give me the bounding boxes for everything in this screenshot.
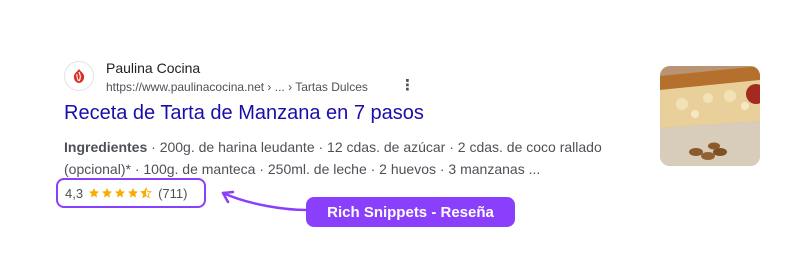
star-full-icon — [115, 188, 126, 198]
more-options-icon[interactable]: ⋮ — [400, 78, 415, 96]
result-thumbnail-image[interactable] — [660, 66, 760, 166]
result-title-link[interactable]: Receta de Tarta de Manzana en 7 pasos — [64, 102, 424, 125]
star-full-icon — [102, 188, 113, 198]
star-full-icon — [128, 188, 139, 198]
annotation-callout: Rich Snippets - Reseña — [306, 197, 515, 227]
site-url-breadcrumb[interactable]: https://www.paulinacocina.net › ... › Ta… — [106, 80, 368, 94]
star-full-icon — [89, 188, 100, 198]
rating-rich-snippet: 4,3 (711) — [56, 178, 206, 208]
star-rating — [88, 187, 153, 199]
star-half-icon — [140, 187, 153, 199]
rating-count[interactable]: (711) — [158, 186, 187, 201]
site-header[interactable]: Paulina Cocina https://www.paulinacocina… — [64, 58, 654, 98]
rating-value: 4,3 — [65, 185, 84, 201]
result-snippet: Ingredientes · 200g. de harina leudante … — [64, 136, 654, 180]
search-result: Paulina Cocina https://www.paulinacocina… — [64, 58, 654, 177]
site-name[interactable]: Paulina Cocina — [106, 60, 200, 76]
snippet-label: Ingredientes — [64, 139, 148, 155]
site-favicon-icon[interactable] — [64, 61, 94, 91]
annotation-arrow-icon — [221, 190, 309, 212]
